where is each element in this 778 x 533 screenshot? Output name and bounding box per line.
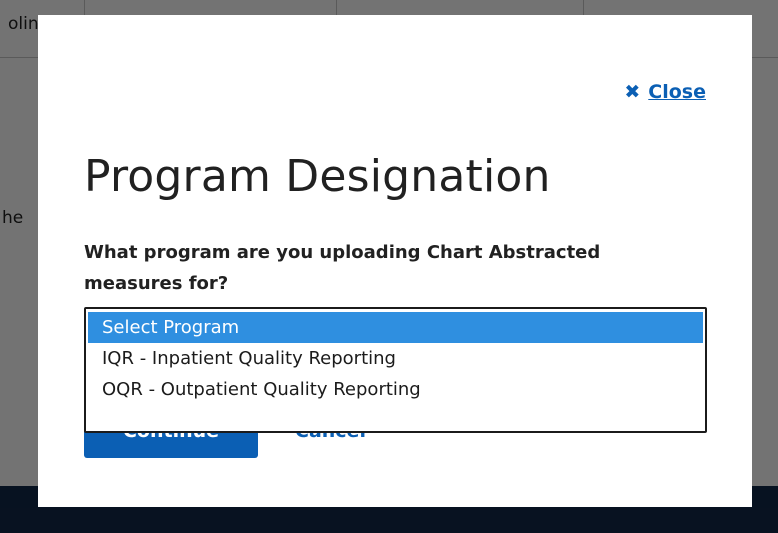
close-label: Close	[648, 81, 706, 103]
close-x-icon: ✖	[624, 80, 641, 103]
modal-title: Program Designation	[84, 151, 551, 202]
close-button[interactable]: ✖ Close	[624, 81, 706, 103]
program-question-label: What program are you uploading Chart Abs…	[84, 242, 601, 294]
select-option-oqr[interactable]: OQR - Outpatient Quality Reporting	[86, 374, 705, 405]
program-select-dropdown[interactable]: Select Program IQR - Inpatient Quality R…	[84, 307, 707, 433]
select-option-placeholder[interactable]: Select Program	[88, 312, 703, 343]
select-option-iqr[interactable]: IQR - Inpatient Quality Reporting	[86, 343, 705, 374]
program-designation-modal: ✖ Close Program Designation What program…	[38, 15, 752, 507]
